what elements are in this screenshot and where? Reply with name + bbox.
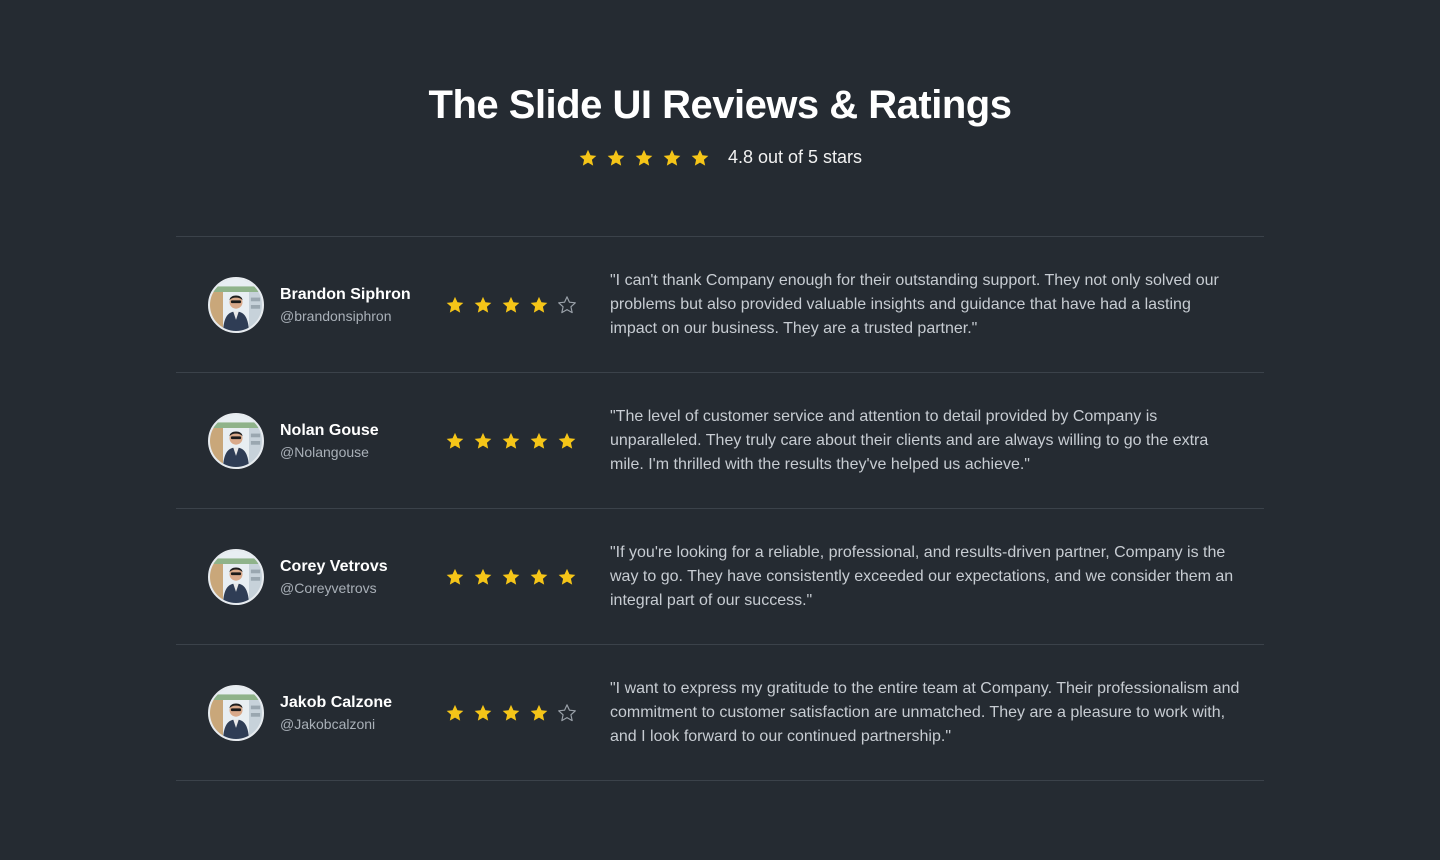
reviewer-name[interactable]: Corey Vetrovs — [280, 557, 388, 577]
review-quote: "I want to express my gratitude to the e… — [610, 680, 1240, 745]
star-filled-icon — [557, 567, 577, 587]
review-quote: "I can't thank Company enough for their … — [610, 272, 1219, 337]
star-filled-icon — [445, 295, 465, 315]
reviews-list: Brandon Siphron @brandonsiphron "I can't t… — [176, 236, 1264, 781]
star-filled-icon — [529, 567, 549, 587]
star-empty-icon — [557, 295, 577, 315]
star-filled-icon — [473, 431, 493, 451]
avatar[interactable] — [208, 277, 264, 333]
star-filled-icon — [634, 148, 654, 168]
review-rating — [445, 703, 577, 723]
star-filled-icon — [501, 703, 521, 723]
star-filled-icon — [445, 703, 465, 723]
reviewer-name[interactable]: Jakob Calzone — [280, 693, 392, 713]
reviewer-info: Brandon Siphron @brandonsiphron — [280, 285, 411, 325]
star-filled-icon — [529, 431, 549, 451]
review-row: Brandon Siphron @brandonsiphron "I can't t… — [176, 237, 1264, 373]
review-rating — [445, 567, 577, 587]
avatar[interactable] — [208, 685, 264, 741]
review-rating — [445, 295, 577, 315]
review-row: Jakob Calzone @Jakobcalzoni "I want to exp… — [176, 645, 1264, 781]
reviewer-handle[interactable]: @Nolangouse — [280, 443, 379, 461]
reviewer-name[interactable]: Nolan Gouse — [280, 421, 379, 441]
review-quote: "The level of customer service and atten… — [610, 408, 1209, 473]
star-filled-icon — [529, 703, 549, 723]
star-filled-icon — [473, 567, 493, 587]
reviews-header: The Slide UI Reviews & Ratings 4.8 out o… — [0, 80, 1440, 168]
avatar[interactable] — [208, 549, 264, 605]
star-filled-icon — [501, 431, 521, 451]
star-filled-icon — [690, 148, 710, 168]
review-quote: "If you're looking for a reliable, profe… — [610, 544, 1234, 609]
star-filled-icon — [662, 148, 682, 168]
star-filled-icon — [473, 295, 493, 315]
summary-stars — [578, 148, 710, 168]
star-filled-icon — [501, 295, 521, 315]
reviewer-handle[interactable]: @Coreyvetrovs — [280, 579, 388, 597]
reviewer-info: Nolan Gouse @Nolangouse — [280, 421, 379, 461]
reviewer-handle[interactable]: @Jakobcalzoni — [280, 715, 392, 733]
reviewer-name[interactable]: Brandon Siphron — [280, 285, 411, 305]
star-filled-icon — [578, 148, 598, 168]
star-filled-icon — [473, 703, 493, 723]
star-empty-icon — [557, 703, 577, 723]
review-row: Corey Vetrovs @Coreyvetrovs "If you're loo… — [176, 509, 1264, 645]
review-row: Nolan Gouse @Nolangouse "The level of cust… — [176, 373, 1264, 509]
page-title: The Slide UI Reviews & Ratings — [428, 83, 1012, 127]
star-filled-icon — [529, 295, 549, 315]
star-filled-icon — [501, 567, 521, 587]
star-filled-icon — [445, 431, 465, 451]
reviewer-info: Corey Vetrovs @Coreyvetrovs — [280, 557, 388, 597]
star-filled-icon — [445, 567, 465, 587]
rating-summary-text: 4.8 out of 5 stars — [727, 147, 863, 167]
review-rating — [445, 431, 577, 451]
rating-summary: 4.8 out of 5 stars — [0, 147, 1440, 168]
reviewer-info: Jakob Calzone @Jakobcalzoni — [280, 693, 392, 733]
star-filled-icon — [606, 148, 626, 168]
reviewer-handle[interactable]: @brandonsiphron — [280, 307, 411, 325]
star-filled-icon — [557, 431, 577, 451]
avatar[interactable] — [208, 413, 264, 469]
